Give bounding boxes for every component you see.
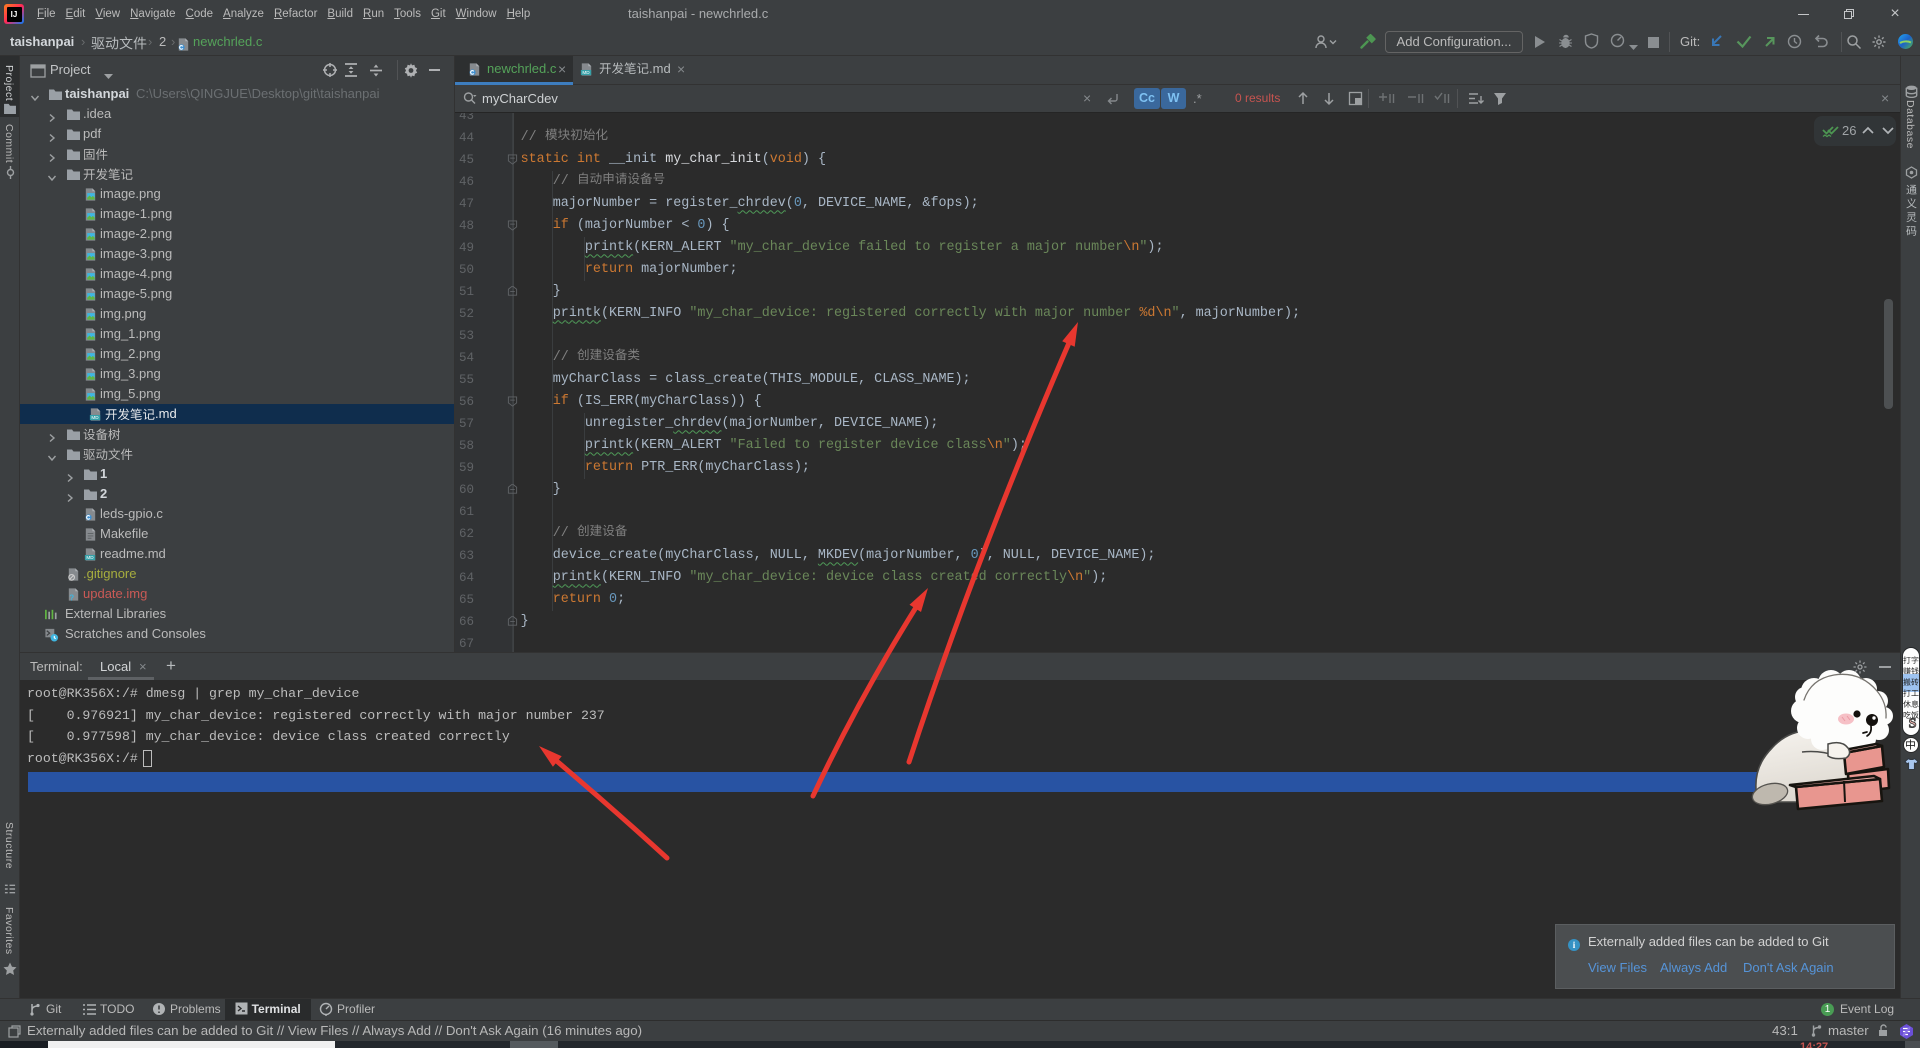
svg-text:S: S	[1909, 717, 1917, 732]
svg-text:?: ?	[69, 593, 74, 602]
svg-text:MD: MD	[582, 70, 590, 75]
svg-text:MD: MD	[86, 555, 94, 560]
svg-text:MD: MD	[91, 415, 99, 420]
